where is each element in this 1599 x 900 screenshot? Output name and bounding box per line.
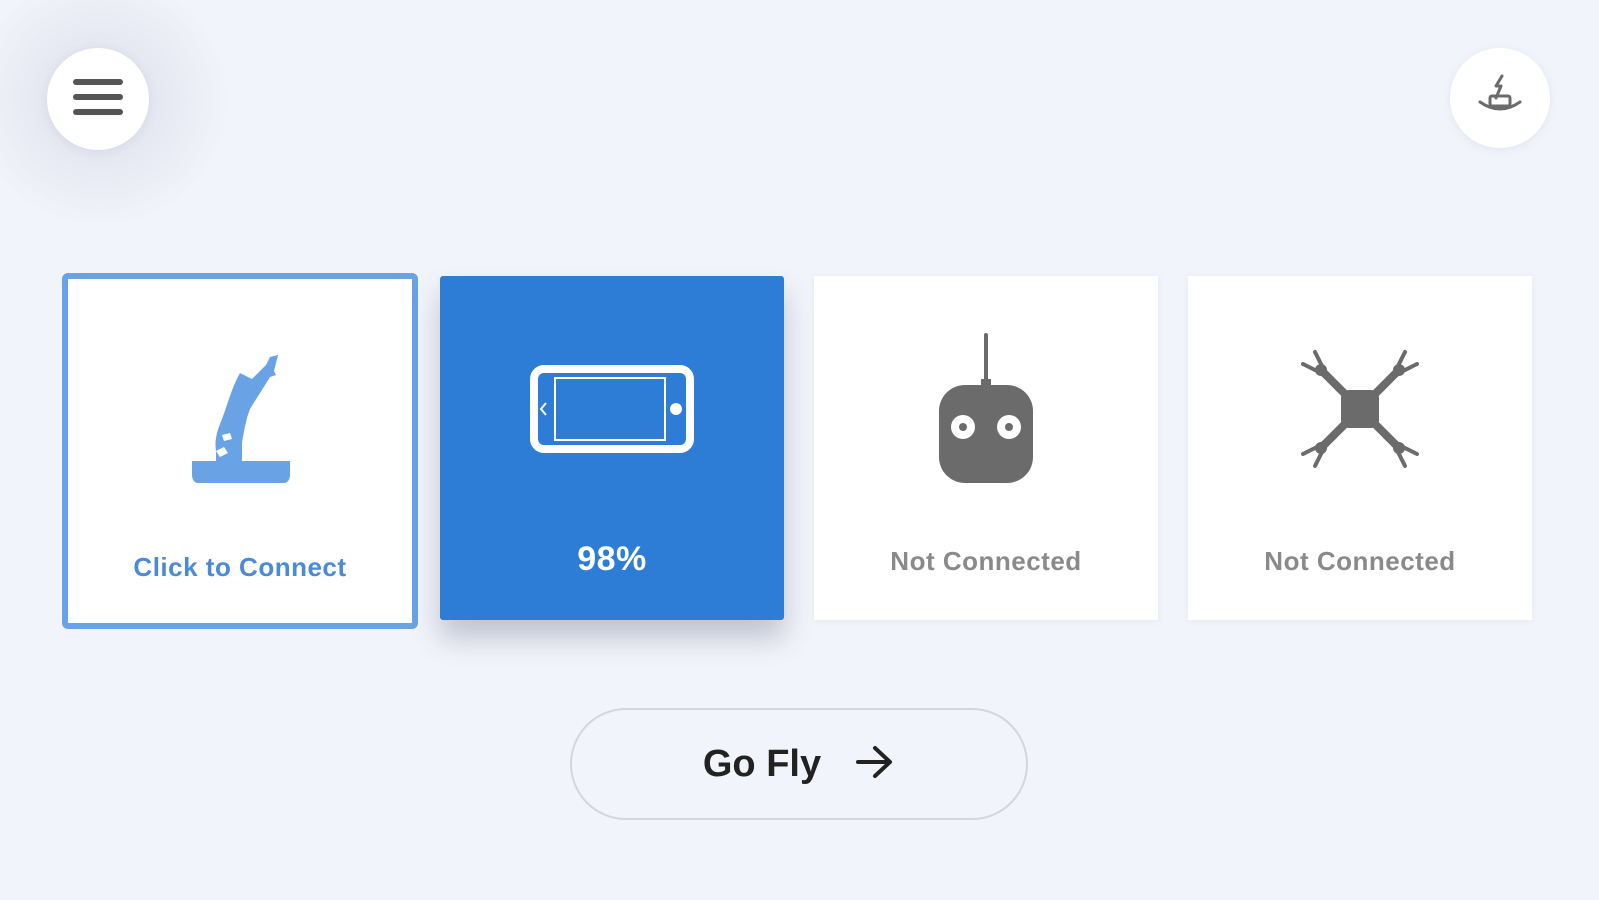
remote-controller-status: Not Connected [890,546,1082,576]
phone-battery-percent: 98% [577,540,647,578]
remote-controller-icon [931,329,1041,494]
drone-icon [1295,344,1425,479]
return-home-icon [1474,72,1526,125]
menu-button[interactable] [47,48,149,150]
go-fly-label: Go Fly [702,742,822,785]
hamburger-menu-icon [71,77,125,122]
drone-status: Not Connected [1264,546,1456,576]
drone-card[interactable]: Not Connected [1188,276,1532,620]
device-cards: Click to Connect 98% Not Connected Not C… [62,273,1532,629]
phone-landscape-icon [530,364,694,458]
controller-stand-status: Click to Connect [133,552,347,582]
return-home-button[interactable] [1450,48,1550,148]
remote-controller-stand-icon [180,343,300,498]
go-fly-button[interactable]: Go Fly [570,708,1028,820]
phone-card[interactable]: 98% [440,276,784,620]
remote-controller-card[interactable]: Not Connected [814,276,1158,620]
device-connection-screen: Click to Connect 98% Not Connected Not C… [0,0,1599,900]
arrow-right-icon [855,744,895,785]
controller-stand-card[interactable]: Click to Connect [62,273,418,629]
